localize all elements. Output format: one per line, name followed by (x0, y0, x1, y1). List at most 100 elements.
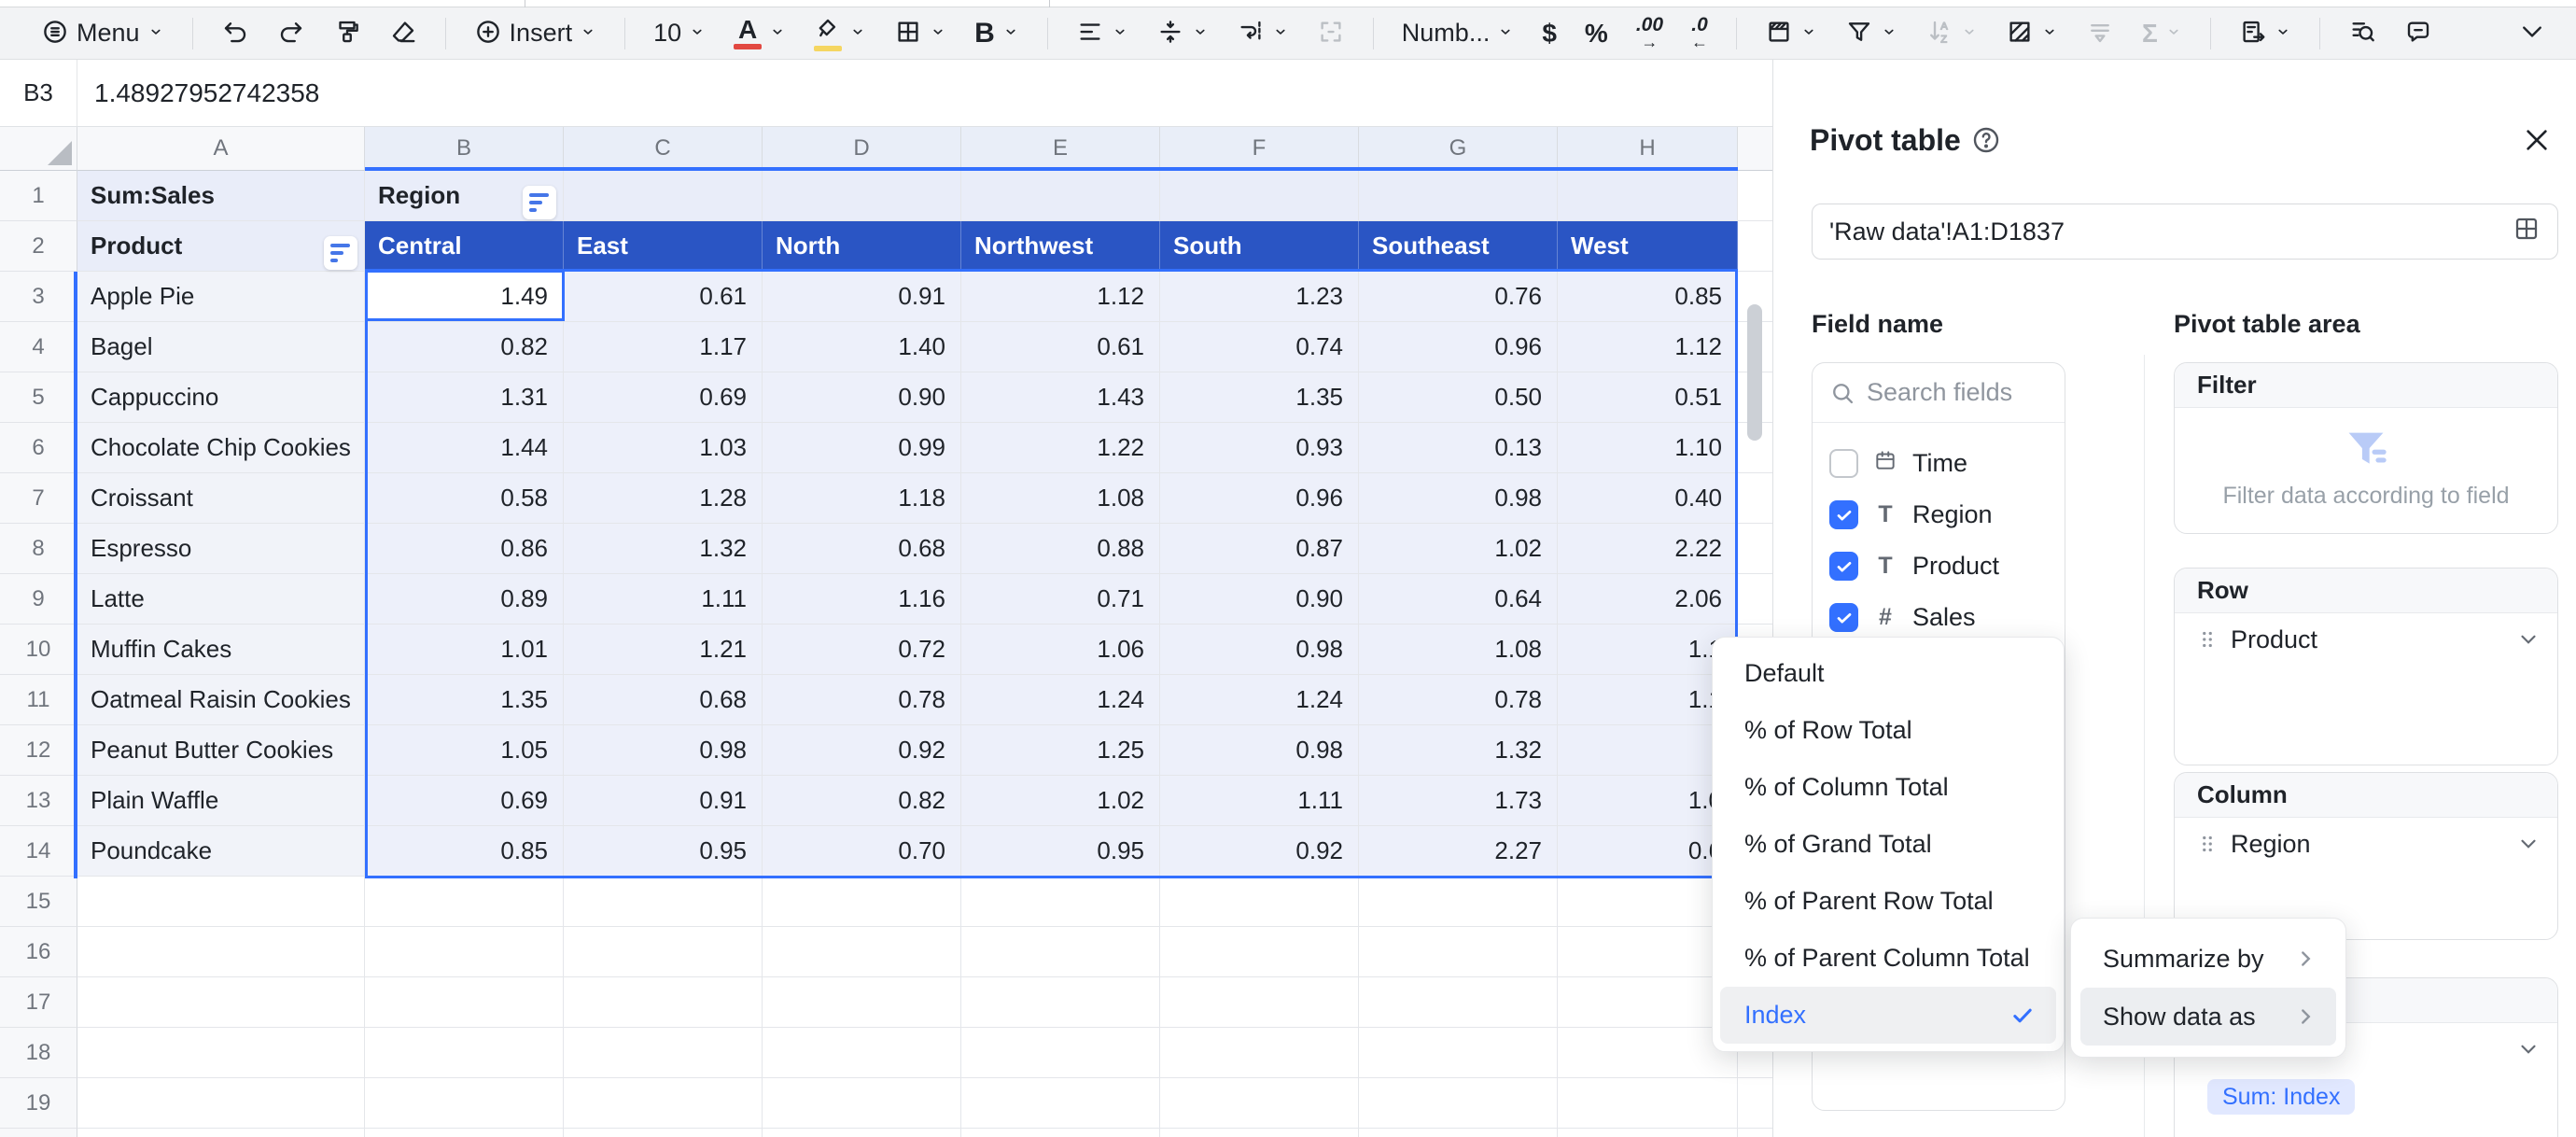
cell-A13[interactable]: Plain Waffle (77, 776, 365, 826)
row-header-18[interactable]: 18 (0, 1028, 77, 1078)
cell-D5[interactable]: 0.90 (763, 372, 961, 423)
find-replace-button[interactable] (2339, 13, 2386, 54)
select-all-corner[interactable] (0, 127, 77, 171)
cell-B11[interactable]: 1.35 (365, 675, 564, 725)
font-size-select[interactable]: 10 (644, 13, 715, 54)
cell-D16[interactable] (763, 927, 961, 977)
cell-B15[interactable] (365, 877, 564, 927)
cell-D19[interactable] (763, 1078, 961, 1129)
cell-F5[interactable]: 1.35 (1160, 372, 1359, 423)
filter-button[interactable] (1836, 13, 1907, 54)
cell-A17[interactable] (77, 977, 365, 1028)
cell-A19[interactable] (77, 1078, 365, 1129)
cell-A18[interactable] (77, 1028, 365, 1078)
cell-G10[interactable]: 1.08 (1359, 625, 1558, 675)
cell-B2[interactable]: Central (365, 221, 564, 272)
cell-H7[interactable]: 0.40 (1558, 473, 1738, 524)
font-color-button[interactable]: A (724, 13, 795, 54)
cell-F7[interactable]: 0.96 (1160, 473, 1359, 524)
cell-H1[interactable] (1558, 171, 1738, 221)
cell-E6[interactable]: 1.22 (961, 423, 1160, 473)
cell-F13[interactable]: 1.11 (1160, 776, 1359, 826)
cell-E18[interactable] (961, 1028, 1160, 1078)
field-checkbox-region[interactable] (1829, 500, 1858, 529)
cell-G9[interactable]: 0.64 (1359, 574, 1558, 625)
cell-G5[interactable]: 0.50 (1359, 372, 1558, 423)
currency-format-button[interactable]: $ (1533, 13, 1566, 54)
field-checkbox-time[interactable] (1829, 449, 1858, 478)
row-header-10[interactable]: 10 (0, 625, 77, 675)
cell-C19[interactable] (564, 1078, 763, 1129)
cell-B6[interactable]: 1.44 (365, 423, 564, 473)
cell-name-box[interactable]: B3 (0, 60, 77, 126)
column-header-C[interactable]: C (564, 127, 763, 171)
cell-C12[interactable]: 0.98 (564, 725, 763, 776)
column-header-G[interactable]: G (1359, 127, 1558, 171)
cell-A5[interactable]: Cappuccino (77, 372, 365, 423)
cell-D8[interactable]: 0.68 (763, 524, 961, 574)
cell-A1[interactable]: Sum:Sales (77, 171, 365, 221)
table-style-button[interactable] (1756, 13, 1827, 54)
cell-D9[interactable]: 1.16 (763, 574, 961, 625)
cell-C16[interactable] (564, 927, 763, 977)
cell-C2[interactable]: East (564, 221, 763, 272)
row-header-1[interactable]: 1 (0, 171, 77, 221)
value-aggregation-chip[interactable]: Sum: Index (2207, 1079, 2355, 1115)
cell-A16[interactable] (77, 927, 365, 977)
vertical-align-button[interactable] (1147, 13, 1218, 54)
cell-C20[interactable] (564, 1129, 763, 1137)
row-header-2[interactable]: 2 (0, 221, 77, 272)
cell-G15[interactable] (1359, 877, 1558, 927)
cell-A2[interactable]: Product (77, 221, 365, 272)
row-header-13[interactable]: 13 (0, 776, 77, 826)
row-header-19[interactable]: 19 (0, 1078, 77, 1129)
cell-E5[interactable]: 1.43 (961, 372, 1160, 423)
cell-F11[interactable]: 1.24 (1160, 675, 1359, 725)
row-header-4[interactable]: 4 (0, 322, 77, 372)
increase-decimal-button[interactable]: .00→ (1627, 13, 1673, 54)
cell-C3[interactable]: 0.61 (564, 272, 763, 322)
column-area-item-region[interactable]: Region (2175, 818, 2557, 870)
cell-B7[interactable]: 0.58 (365, 473, 564, 524)
row-header-16[interactable]: 16 (0, 927, 77, 977)
cell-E16[interactable] (961, 927, 1160, 977)
row-header-11[interactable]: 11 (0, 675, 77, 725)
cell-A12[interactable]: Peanut Butter Cookies (77, 725, 365, 776)
cell-C4[interactable]: 1.17 (564, 322, 763, 372)
cell-F10[interactable]: 0.98 (1160, 625, 1359, 675)
fill-color-button[interactable] (805, 13, 875, 54)
cell-B4[interactable]: 0.82 (365, 322, 564, 372)
pivot-table-button[interactable] (2230, 13, 2301, 54)
region-field-filter-icon[interactable] (523, 186, 556, 219)
cell-B8[interactable]: 0.86 (365, 524, 564, 574)
cell-B19[interactable] (365, 1078, 564, 1129)
cell-G1[interactable] (1359, 171, 1558, 221)
horizontal-align-button[interactable] (1067, 13, 1138, 54)
cell-D20[interactable] (763, 1129, 961, 1137)
cell-B12[interactable]: 1.05 (365, 725, 564, 776)
field-item-region[interactable]: TRegion (1813, 489, 2065, 540)
cell-G13[interactable]: 1.73 (1359, 776, 1558, 826)
cell-E17[interactable] (961, 977, 1160, 1028)
sort-button[interactable]: AZ (1916, 13, 1987, 54)
field-item-sales[interactable]: #Sales (1813, 592, 2065, 643)
submenu-item-summarize-by[interactable]: Summarize by (2080, 930, 2336, 988)
cell-E15[interactable] (961, 877, 1160, 927)
cell-B20[interactable] (365, 1129, 564, 1137)
cell-E2[interactable]: Northwest (961, 221, 1160, 272)
cell-D4[interactable]: 1.40 (763, 322, 961, 372)
cell-C14[interactable]: 0.95 (564, 826, 763, 877)
cell-G19[interactable] (1359, 1078, 1558, 1129)
cell-C6[interactable]: 1.03 (564, 423, 763, 473)
close-icon[interactable] (2522, 125, 2552, 160)
field-checkbox-sales[interactable] (1829, 603, 1858, 632)
cell-G17[interactable] (1359, 977, 1558, 1028)
cell-D7[interactable]: 1.18 (763, 473, 961, 524)
cell-E9[interactable]: 0.71 (961, 574, 1160, 625)
cell-E1[interactable] (961, 171, 1160, 221)
cell-C10[interactable]: 1.21 (564, 625, 763, 675)
field-search-input[interactable]: Search fields (1813, 363, 2065, 423)
cell-C11[interactable]: 0.68 (564, 675, 763, 725)
cell-D13[interactable]: 0.82 (763, 776, 961, 826)
cell-B16[interactable] (365, 927, 564, 977)
